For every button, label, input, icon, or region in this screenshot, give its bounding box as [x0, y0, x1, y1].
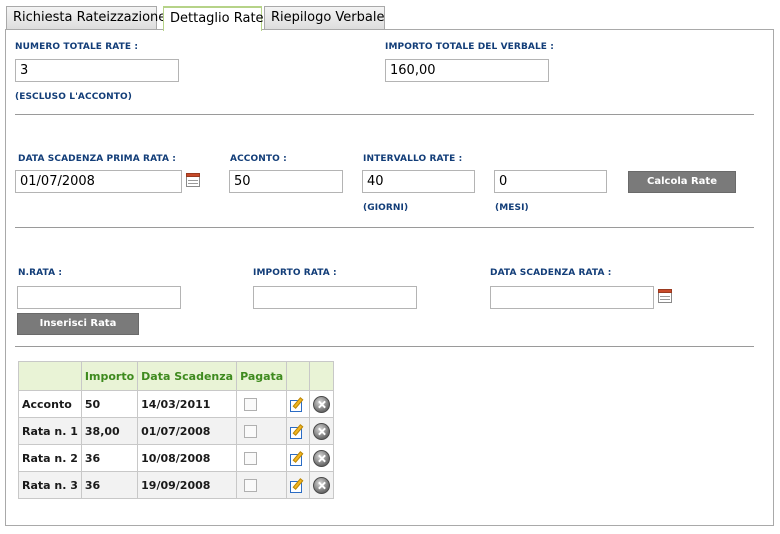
tab-riepilogo-verbale[interactable]: Riepilogo Verbale	[264, 6, 385, 30]
numero-totale-rate-input[interactable]: 3	[15, 59, 179, 82]
row-name: Rata n. 1	[18, 417, 82, 445]
row-importo: 36	[80, 444, 139, 472]
header-pagata: Pagata	[236, 361, 288, 391]
n-rata-label: N.RATA :	[18, 268, 63, 278]
edit-icon[interactable]	[290, 423, 306, 439]
calendar-icon[interactable]	[186, 173, 200, 187]
importo-rata-input[interactable]	[253, 286, 417, 309]
header-delete	[309, 361, 335, 391]
delete-icon[interactable]	[313, 395, 331, 413]
divider-1	[15, 114, 754, 115]
row-delete	[309, 390, 335, 418]
data-scadenza-rata-input[interactable]	[490, 286, 654, 309]
calcola-rate-button[interactable]: Calcola Rate	[628, 171, 736, 193]
intervallo-giorni-input[interactable]: 40	[362, 170, 475, 193]
edit-icon[interactable]	[290, 477, 306, 493]
row-data: 10/08/2008	[137, 444, 238, 472]
tab-dettaglio-rate[interactable]: Dettaglio Rate	[163, 6, 264, 31]
giorni-note: (GIORNI)	[363, 203, 409, 213]
pagata-checkbox[interactable]	[244, 451, 258, 465]
row-importo: 38,00	[80, 417, 139, 445]
edit-icon[interactable]	[290, 450, 306, 466]
table-row: Rata n. 3 36 19/09/2008	[18, 471, 335, 499]
data-scadenza-prima-rata-input[interactable]: 01/07/2008	[15, 170, 182, 193]
row-importo: 36	[80, 471, 139, 499]
row-pagata	[236, 471, 288, 499]
data-scadenza-prima-rata-label: DATA SCADENZA PRIMA RATA :	[18, 154, 176, 164]
delete-icon[interactable]	[313, 449, 331, 467]
row-pagata	[236, 444, 288, 472]
rate-table: Importo Data Scadenza Pagata Acconto 50 …	[18, 361, 335, 499]
row-data: 14/03/2011	[137, 390, 238, 418]
numero-totale-rate-label: NUMERO TOTALE RATE :	[15, 42, 139, 52]
divider-2	[15, 227, 754, 228]
importo-rata-label: IMPORTO RATA :	[253, 268, 337, 278]
delete-icon[interactable]	[313, 422, 331, 440]
edit-icon[interactable]	[290, 396, 306, 412]
row-name: Rata n. 2	[18, 444, 82, 472]
importo-totale-verbale-label: IMPORTO TOTALE DEL VERBALE :	[385, 42, 554, 52]
row-delete	[309, 471, 335, 499]
acconto-label: ACCONTO :	[230, 154, 287, 164]
header-importo: Importo	[80, 361, 139, 391]
intervallo-mesi-input[interactable]: 0	[494, 170, 607, 193]
row-data: 01/07/2008	[137, 417, 238, 445]
row-edit	[286, 444, 311, 472]
data-scadenza-rata-label: DATA SCADENZA RATA :	[490, 268, 612, 278]
row-edit	[286, 471, 311, 499]
importo-totale-verbale-input[interactable]: 160,00	[385, 59, 549, 82]
row-delete	[309, 417, 335, 445]
row-name: Rata n. 3	[18, 471, 82, 499]
tab-richiesta-rateizzazione[interactable]: Richiesta Rateizzazione	[6, 6, 166, 30]
pagata-checkbox[interactable]	[244, 397, 258, 411]
intervallo-rate-label: INTERVALLO RATE :	[363, 154, 463, 164]
row-name: Acconto	[18, 390, 82, 418]
row-edit	[286, 417, 311, 445]
pagata-checkbox[interactable]	[244, 478, 258, 492]
inserisci-rata-button[interactable]: Inserisci Rata	[17, 313, 139, 335]
acconto-input[interactable]: 50	[229, 170, 343, 193]
row-importo: 50	[80, 390, 139, 418]
table-header-row: Importo Data Scadenza Pagata	[18, 361, 335, 391]
row-pagata	[236, 417, 288, 445]
escluso-acconto-note: (ESCLUSO L'ACCONTO)	[15, 92, 132, 102]
row-delete	[309, 444, 335, 472]
row-pagata	[236, 390, 288, 418]
table-row: Acconto 50 14/03/2011	[18, 390, 335, 418]
pagata-checkbox[interactable]	[244, 424, 258, 438]
mesi-note: (MESI)	[495, 203, 529, 213]
header-data-scadenza: Data Scadenza	[137, 361, 238, 391]
table-row: Rata n. 1 38,00 01/07/2008	[18, 417, 335, 445]
table-row: Rata n. 2 36 10/08/2008	[18, 444, 335, 472]
header-blank	[18, 361, 82, 391]
delete-icon[interactable]	[313, 476, 331, 494]
header-edit	[286, 361, 311, 391]
n-rata-input[interactable]	[17, 286, 181, 309]
row-data: 19/09/2008	[137, 471, 238, 499]
calendar-icon[interactable]	[658, 289, 672, 303]
divider-3	[15, 346, 754, 347]
row-edit	[286, 390, 311, 418]
